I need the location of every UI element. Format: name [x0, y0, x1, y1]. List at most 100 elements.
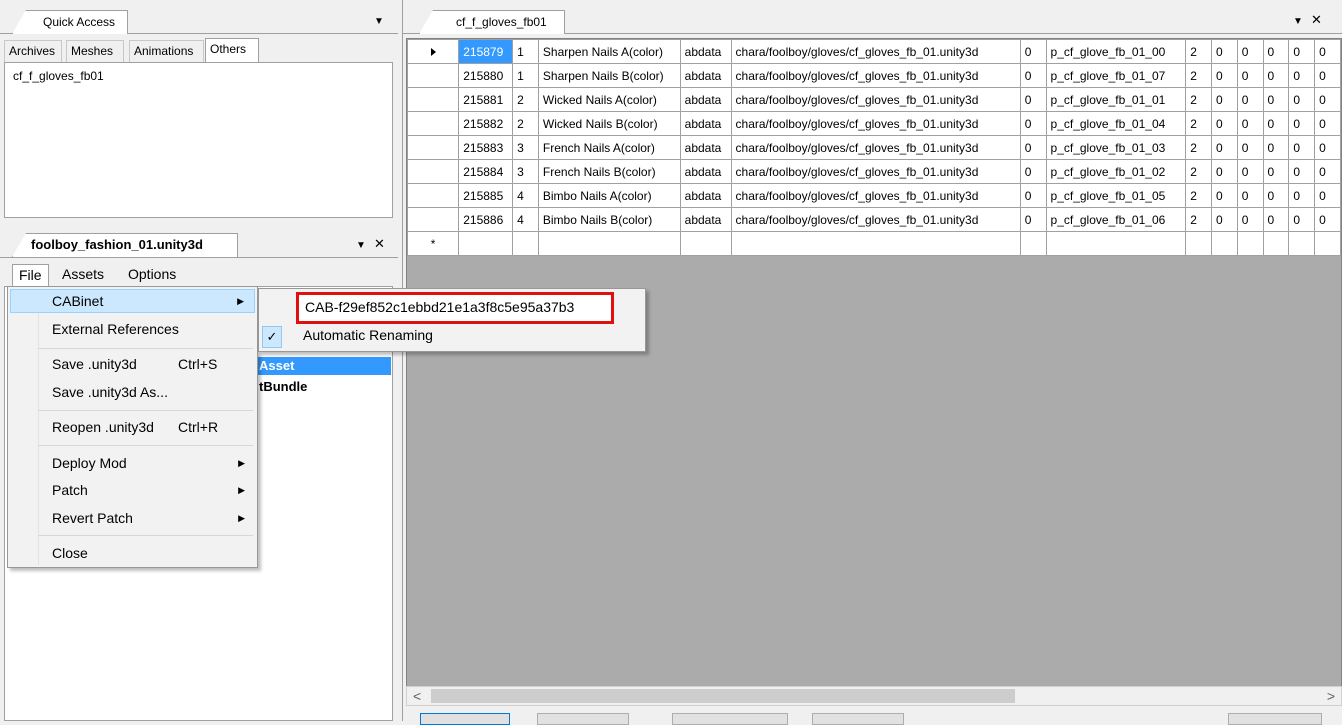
- table-cell[interactable]: [1045, 231, 1187, 256]
- table-cell[interactable]: abdata: [679, 159, 732, 184]
- table-cell[interactable]: [679, 231, 732, 256]
- table-row[interactable]: 215880 1 Sharpen Nails B(color) abdata chara…: [407, 63, 1341, 88]
- table-cell[interactable]: [1236, 231, 1264, 256]
- table-cell[interactable]: 0: [1314, 135, 1341, 160]
- table-cell[interactable]: 0: [1314, 111, 1341, 136]
- row-header[interactable]: [407, 135, 460, 160]
- table-cell[interactable]: 1: [512, 39, 539, 64]
- table-cell[interactable]: abdata: [679, 87, 732, 112]
- table-cell[interactable]: 215883: [458, 135, 514, 160]
- row-header[interactable]: [407, 183, 460, 208]
- table-cell[interactable]: chara/foolboy/gloves/cf_gloves_fb_01.uni…: [730, 207, 1021, 232]
- table-cell[interactable]: p_cf_glove_fb_01_06: [1045, 207, 1187, 232]
- table-cell[interactable]: 0: [1236, 183, 1264, 208]
- table-cell[interactable]: 4: [512, 207, 539, 232]
- table-cell[interactable]: abdata: [679, 183, 732, 208]
- table-row[interactable]: 215882 2 Wicked Nails B(color) abdata chara/…: [407, 111, 1341, 136]
- scrollbar-thumb[interactable]: [431, 689, 1015, 703]
- table-cell[interactable]: 0: [1288, 135, 1316, 160]
- table-cell[interactable]: 0: [1262, 207, 1290, 232]
- table-cell[interactable]: 0: [1019, 207, 1047, 232]
- table-cell[interactable]: p_cf_glove_fb_01_00: [1045, 39, 1187, 64]
- table-cell[interactable]: 0: [1236, 87, 1264, 112]
- table-cell[interactable]: 2: [1185, 111, 1212, 136]
- table-cell[interactable]: Wicked Nails B(color): [537, 111, 681, 136]
- tab-animations[interactable]: Animations: [129, 40, 204, 63]
- table-cell[interactable]: Sharpen Nails B(color): [537, 63, 681, 88]
- table-cell[interactable]: 0: [1019, 87, 1047, 112]
- table-cell[interactable]: chara/foolboy/gloves/cf_gloves_fb_01.uni…: [730, 111, 1021, 136]
- quick-access-dropdown-icon[interactable]: ▼: [374, 14, 384, 30]
- table-cell[interactable]: 3: [512, 135, 539, 160]
- menu-item-close[interactable]: Close: [10, 541, 255, 565]
- editor-close-icon[interactable]: ✕: [1311, 12, 1322, 28]
- table-cell[interactable]: p_cf_glove_fb_01_04: [1045, 111, 1187, 136]
- table-cell[interactable]: abdata: [679, 207, 732, 232]
- table-cell[interactable]: chara/foolboy/gloves/cf_gloves_fb_01.uni…: [730, 39, 1021, 64]
- table-cell[interactable]: 0: [1210, 135, 1238, 160]
- table-cell[interactable]: 0: [1210, 183, 1238, 208]
- menu-item-external-references[interactable]: External References: [10, 317, 255, 341]
- table-cell[interactable]: abdata: [679, 39, 732, 64]
- table-cell[interactable]: [730, 231, 1021, 256]
- table-cell[interactable]: [1288, 231, 1316, 256]
- menu-assets[interactable]: Assets: [56, 264, 110, 286]
- table-cell[interactable]: 215884: [458, 159, 514, 184]
- table-cell[interactable]: 215882: [458, 111, 514, 136]
- table-cell[interactable]: 0: [1262, 135, 1290, 160]
- table-cell[interactable]: 0: [1019, 39, 1047, 64]
- table-cell[interactable]: 0: [1314, 207, 1341, 232]
- table-cell[interactable]: 215881: [458, 87, 514, 112]
- list-item[interactable]: cf_f_gloves_fb01: [5, 63, 392, 83]
- table-cell[interactable]: [1185, 231, 1212, 256]
- row-header[interactable]: [407, 39, 460, 64]
- table-cell[interactable]: 0: [1236, 159, 1264, 184]
- table-cell[interactable]: chara/foolboy/gloves/cf_gloves_fb_01.uni…: [730, 183, 1021, 208]
- new-row[interactable]: *: [407, 231, 1341, 256]
- table-cell[interactable]: p_cf_glove_fb_01_02: [1045, 159, 1187, 184]
- tab-meshes[interactable]: Meshes: [66, 40, 124, 63]
- table-cell[interactable]: 0: [1019, 159, 1047, 184]
- table-cell[interactable]: 0: [1019, 135, 1047, 160]
- table-cell[interactable]: [1210, 231, 1238, 256]
- table-cell[interactable]: 2: [1185, 135, 1212, 160]
- table-cell[interactable]: [458, 231, 514, 256]
- table-cell[interactable]: 0: [1288, 183, 1316, 208]
- table-cell[interactable]: p_cf_glove_fb_01_07: [1045, 63, 1187, 88]
- table-row[interactable]: 215885 4 Bimbo Nails A(color) abdata chara/f…: [407, 183, 1341, 208]
- table-cell[interactable]: 2: [1185, 39, 1212, 64]
- table-cell[interactable]: 0: [1236, 135, 1264, 160]
- table-cell[interactable]: Wicked Nails A(color): [537, 87, 681, 112]
- table-cell[interactable]: 215885: [458, 183, 514, 208]
- table-cell[interactable]: p_cf_glove_fb_01_05: [1045, 183, 1187, 208]
- table-row[interactable]: 215886 4 Bimbo Nails B(color) abdata chara/f…: [407, 207, 1341, 232]
- menu-item-patch[interactable]: Patch ▶: [10, 478, 255, 502]
- table-cell[interactable]: [512, 231, 539, 256]
- tree-node[interactable]: tBundle: [259, 379, 307, 394]
- table-cell[interactable]: 215879: [458, 39, 514, 64]
- row-header[interactable]: [407, 63, 460, 88]
- asset-panel-tab[interactable]: foolboy_fashion_01.unity3d: [12, 233, 238, 257]
- table-cell[interactable]: French Nails A(color): [537, 135, 681, 160]
- menu-item-save[interactable]: Save .unity3d Ctrl+S: [10, 352, 255, 376]
- scroll-left-icon[interactable]: <: [413, 687, 421, 705]
- table-cell[interactable]: 0: [1288, 39, 1316, 64]
- table-cell[interactable]: 2: [1185, 159, 1212, 184]
- table-cell[interactable]: 2: [1185, 183, 1212, 208]
- table-cell[interactable]: 0: [1314, 183, 1341, 208]
- table-cell[interactable]: 0: [1210, 63, 1238, 88]
- table-row[interactable]: 215881 2 Wicked Nails A(color) abdata chara/…: [407, 87, 1341, 112]
- tree-node-selected[interactable]: Asset: [255, 357, 391, 375]
- editor-dropdown-icon[interactable]: ▼: [1293, 14, 1303, 30]
- table-cell[interactable]: 0: [1262, 87, 1290, 112]
- table-cell[interactable]: French Nails B(color): [537, 159, 681, 184]
- table-cell[interactable]: 0: [1210, 207, 1238, 232]
- table-cell[interactable]: 0: [1314, 159, 1341, 184]
- table-cell[interactable]: 215880: [458, 63, 514, 88]
- table-cell[interactable]: 0: [1236, 63, 1264, 88]
- table-cell[interactable]: 0: [1288, 111, 1316, 136]
- table-cell[interactable]: chara/foolboy/gloves/cf_gloves_fb_01.uni…: [730, 87, 1021, 112]
- table-cell[interactable]: 0: [1262, 183, 1290, 208]
- table-cell[interactable]: 0: [1288, 87, 1316, 112]
- table-cell[interactable]: 0: [1262, 159, 1290, 184]
